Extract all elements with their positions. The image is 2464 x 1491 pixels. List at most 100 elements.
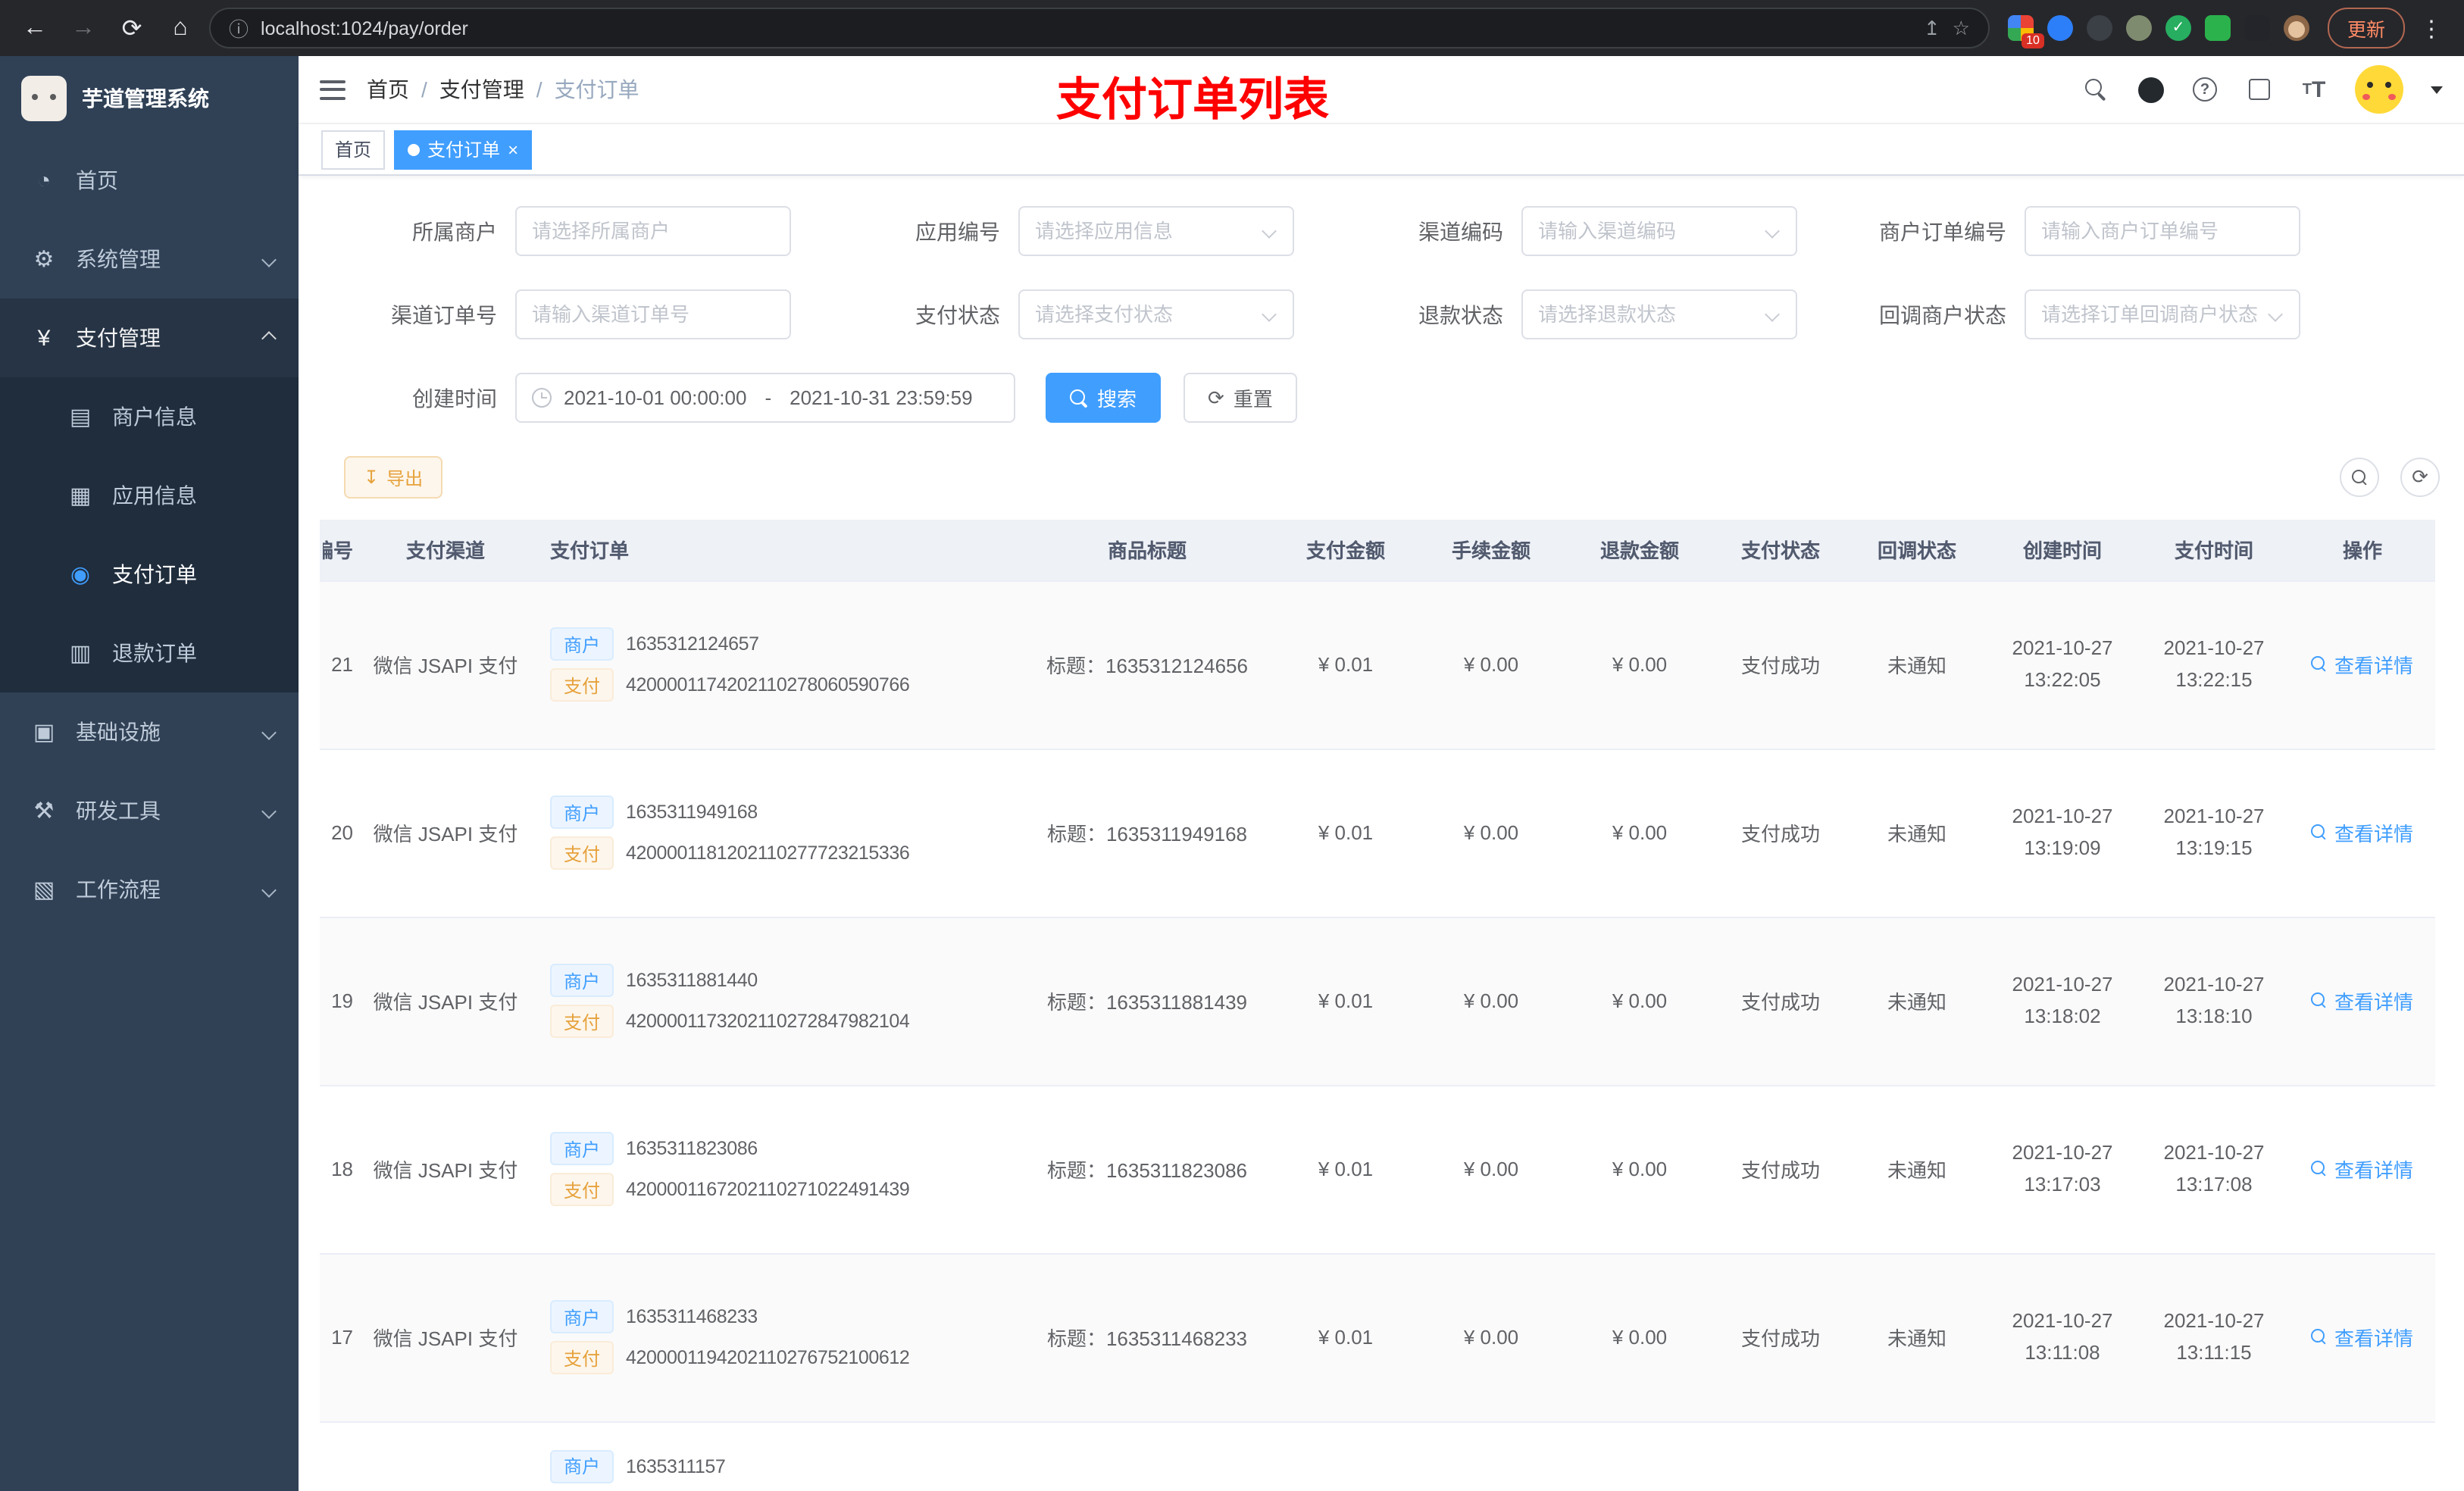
filter-pay-status: 支付状态 bbox=[836, 289, 1340, 339]
col-order: 支付订单 bbox=[535, 520, 1020, 581]
sidebar-item-pay[interactable]: ¥ 支付管理 bbox=[0, 299, 299, 377]
app-header: 首页 / 支付管理 / 支付订单 支付订单列表 ? TT bbox=[299, 56, 2464, 126]
browser-menu-icon[interactable]: ⋮ bbox=[2414, 14, 2449, 42]
channel-order-no-input[interactable] bbox=[515, 289, 791, 339]
extensions-tray: 10 ✓ bbox=[1999, 15, 2319, 48]
refresh-table-button[interactable]: ⟳ bbox=[2400, 458, 2440, 497]
merchant-tag: 商户 bbox=[550, 1132, 614, 1165]
date-start[interactable]: 2021-10-01 00:00:00 bbox=[564, 386, 746, 409]
filter-callback-status: 回调商户状态 bbox=[1843, 289, 2346, 339]
logo-title: 芋道管理系统 bbox=[82, 86, 209, 111]
breadcrumb-home[interactable]: 首页 bbox=[367, 74, 409, 105]
breadcrumb-pay-manage[interactable]: 支付管理 bbox=[439, 74, 524, 105]
hamburger-icon[interactable] bbox=[320, 80, 346, 99]
filter-merchant: 所属商户 bbox=[333, 206, 836, 256]
browser-forward-icon[interactable]: → bbox=[64, 8, 103, 48]
search-icon bbox=[1070, 389, 1088, 407]
extension-chat-icon[interactable] bbox=[2204, 15, 2231, 41]
bookmark-star-icon[interactable]: ☆ bbox=[1953, 16, 1970, 40]
view-detail-link[interactable]: 查看详情 bbox=[2311, 1323, 2413, 1352]
sidebar-item-system[interactable]: ⚙ 系统管理 bbox=[0, 220, 299, 299]
channel-code-select[interactable] bbox=[1521, 206, 1797, 256]
tab-close-icon[interactable]: × bbox=[508, 140, 518, 158]
extension-pin-icon[interactable] bbox=[2244, 15, 2270, 41]
tab-home[interactable]: 首页 bbox=[321, 130, 386, 169]
col-amount: 支付金额 bbox=[1274, 520, 1417, 581]
record-icon: ◉ bbox=[70, 562, 91, 588]
sidebar-item-merchant-info[interactable]: ▤ 商户信息 bbox=[0, 377, 299, 456]
view-detail-link[interactable]: 查看详情 bbox=[2311, 1155, 2413, 1183]
logo-avatar bbox=[21, 76, 67, 121]
browser-home-icon[interactable]: ⌂ bbox=[161, 8, 200, 48]
fullscreen-icon[interactable] bbox=[2246, 76, 2273, 103]
col-actions: 操作 bbox=[2290, 520, 2435, 581]
sidebar-item-pay-order[interactable]: ◉ 支付订单 bbox=[0, 535, 299, 614]
sidebar-item-dev-tools[interactable]: ⚒ 研发工具 bbox=[0, 771, 299, 850]
toggle-search-button[interactable] bbox=[2340, 458, 2379, 497]
sidebar-item-workflow[interactable]: ▧ 工作流程 bbox=[0, 850, 299, 929]
chevron-down-icon bbox=[261, 252, 277, 267]
orders-table: 编号 支付渠道 支付订单 商品标题 支付金额 手续金额 退款金额 支付状态 回调… bbox=[320, 520, 2464, 1491]
share-icon[interactable]: ↥ bbox=[1924, 16, 1940, 40]
site-info-icon[interactable]: ⓘ bbox=[229, 14, 249, 42]
profile-monkey-avatar[interactable] bbox=[2283, 15, 2309, 41]
refund-status-select[interactable] bbox=[1521, 289, 1797, 339]
date-range-picker[interactable]: 2021-10-01 00:00:00 - 2021-10-31 23:59:5… bbox=[515, 373, 1015, 423]
chevron-down-icon bbox=[261, 803, 277, 818]
callback-status-select[interactable] bbox=[2025, 289, 2300, 339]
header-actions: ? TT bbox=[2082, 65, 2443, 114]
merchant-tag: 商户 bbox=[550, 627, 614, 661]
search-button[interactable]: 搜索 bbox=[1046, 373, 1162, 423]
col-id: 编号 bbox=[320, 520, 356, 581]
search-icon[interactable] bbox=[2082, 76, 2109, 103]
col-title: 商品标题 bbox=[1020, 520, 1274, 581]
sidebar-item-infra[interactable]: ▣ 基础设施 bbox=[0, 692, 299, 771]
reset-button[interactable]: ⟳ 重置 bbox=[1184, 373, 1297, 423]
search-form: 所属商户 应用编号 bbox=[299, 176, 2464, 423]
pay-status-select[interactable] bbox=[1018, 289, 1294, 339]
dashboard-icon: ◔ bbox=[36, 167, 52, 193]
font-size-icon[interactable]: TT bbox=[2300, 76, 2328, 103]
extension-blue-icon[interactable] bbox=[2047, 15, 2073, 41]
merchant-order-no-input[interactable] bbox=[2025, 206, 2300, 256]
github-icon[interactable] bbox=[2137, 76, 2164, 103]
view-detail-link[interactable]: 查看详情 bbox=[2311, 818, 2413, 847]
user-avatar[interactable] bbox=[2355, 65, 2403, 114]
screen: ← → ⟳ ⌂ ⓘ localhost:1024/pay/order ↥ ☆ 1… bbox=[0, 0, 2464, 1491]
status-badge: 支付成功 bbox=[1714, 917, 1847, 1086]
sidebar-item-home[interactable]: ◔ 首页 bbox=[0, 141, 299, 220]
merchant-select[interactable] bbox=[515, 206, 791, 256]
extension-grid-icon[interactable]: 10 bbox=[2007, 15, 2044, 48]
help-icon[interactable]: ? bbox=[2191, 76, 2219, 103]
date-end[interactable]: 2021-10-31 23:59:59 bbox=[790, 386, 972, 409]
filter-create-time: 创建时间 2021-10-01 00:00:00 - 2021-10-31 23… bbox=[333, 373, 1015, 423]
extension-check-icon[interactable]: ✓ bbox=[2165, 15, 2191, 41]
url-text[interactable]: localhost:1024/pay/order bbox=[261, 17, 1912, 39]
extension-olive-icon[interactable] bbox=[2125, 15, 2152, 41]
chevron-up-icon bbox=[261, 330, 277, 345]
yen-icon: ¥ bbox=[37, 325, 51, 351]
status-badge: 支付成功 bbox=[1714, 1085, 1847, 1254]
table-toolbar: ↧ 导出 ⟳ bbox=[344, 456, 2440, 499]
extension-dark-icon[interactable] bbox=[2086, 15, 2112, 41]
view-detail-link[interactable]: 查看详情 bbox=[2311, 650, 2413, 679]
filter-channel-code: 渠道编码 bbox=[1340, 206, 1843, 256]
pay-tag: 支付 bbox=[550, 1341, 614, 1374]
sidebar-item-app-info[interactable]: ▦ 应用信息 bbox=[0, 456, 299, 535]
app-no-select[interactable] bbox=[1018, 206, 1294, 256]
tab-pay-order[interactable]: 支付订单 × bbox=[394, 130, 533, 169]
browser-back-icon[interactable]: ← bbox=[15, 8, 55, 48]
browser-update-button[interactable]: 更新 bbox=[2327, 8, 2405, 48]
browser-reload-icon[interactable]: ⟳ bbox=[112, 8, 152, 48]
sidebar-item-refund-order[interactable]: ▥ 退款订单 bbox=[0, 614, 299, 692]
user-menu-caret-icon[interactable] bbox=[2431, 86, 2443, 93]
table-row: 17 微信 JSAPI 支付 商户 1635311468233 支付 4200001… bbox=[320, 1253, 2435, 1422]
view-detail-link[interactable]: 查看详情 bbox=[2311, 986, 2413, 1015]
address-bar[interactable]: ⓘ localhost:1024/pay/order ↥ ☆ bbox=[209, 8, 1990, 48]
merchant-tag: 商户 bbox=[550, 1300, 614, 1333]
export-button[interactable]: ↧ 导出 bbox=[344, 456, 443, 499]
page-title: 支付订单列表 bbox=[1056, 76, 1329, 126]
extension-badge: 10 bbox=[2022, 33, 2044, 48]
filter-app-no: 应用编号 bbox=[836, 206, 1340, 256]
tags-view-bar: 首页 支付订单 × bbox=[299, 124, 2464, 176]
